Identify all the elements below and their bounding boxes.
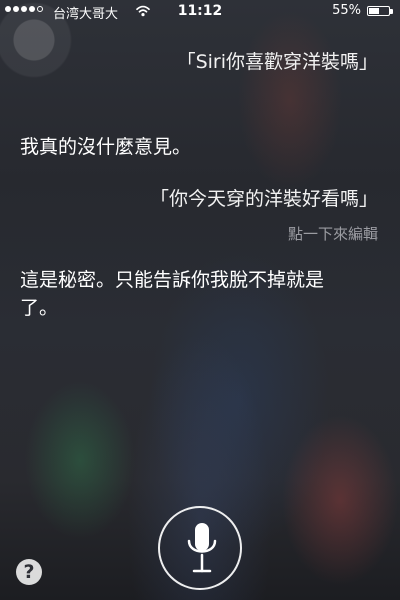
editable-user-query[interactable]: 「你今天穿的洋裝好看嗎」	[18, 187, 378, 213]
microphone-button[interactable]	[158, 506, 242, 590]
status-bar: 台湾大哥大 11:12 55%	[0, 0, 400, 22]
tap-to-edit-hint: 點一下來編輯	[287, 225, 378, 243]
help-button[interactable]: ?	[16, 559, 42, 585]
battery-percentage: 55%	[332, 3, 361, 18]
microphone-icon	[187, 523, 217, 573]
siri-response-text: 這是秘密。只能告訴你我脫不掉就是了。	[20, 269, 325, 319]
user-query-bubble: 「Siri你喜歡穿洋裝嗎」	[176, 51, 378, 73]
question-mark-icon: ?	[23, 561, 35, 583]
battery-icon	[367, 6, 393, 16]
siri-screen: 台湾大哥大 11:12 55% 「Siri你喜歡穿洋裝嗎」 我真的沒什麼意見。 …	[0, 0, 400, 600]
battery-fill	[369, 8, 380, 14]
siri-response-text: 我真的沒什麼意見。	[20, 136, 192, 158]
